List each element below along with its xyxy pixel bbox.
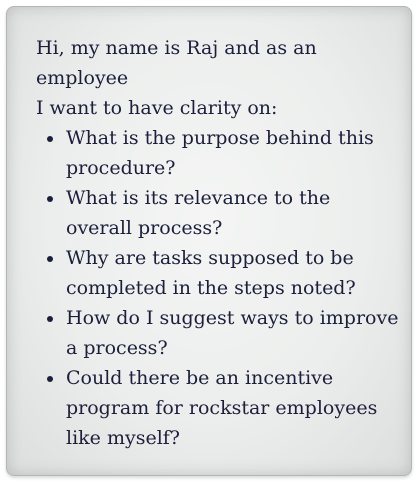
question-text: Could there be an incentive program for … xyxy=(66,367,378,449)
list-item: Could there be an incentive program for … xyxy=(47,363,401,453)
bullet-icon xyxy=(47,316,53,322)
list-item: What is its relevance to the overall pro… xyxy=(47,183,401,243)
intro-line-2: I want to have clarity on: xyxy=(36,97,278,119)
bullet-icon xyxy=(47,256,53,262)
bullet-icon xyxy=(47,196,53,202)
intro-line-1: Hi, my name is Raj and as an employee xyxy=(36,37,317,89)
question-list: What is the purpose behind this procedur… xyxy=(47,123,401,453)
question-text: Why are tasks supposed to be completed i… xyxy=(66,247,356,299)
message-card: Hi, my name is Raj and as an employee I … xyxy=(6,6,412,476)
bullet-icon xyxy=(47,376,53,382)
bullet-icon xyxy=(47,136,53,142)
intro-text: Hi, my name is Raj and as an employee I … xyxy=(36,33,401,123)
list-item: What is the purpose behind this procedur… xyxy=(47,123,401,183)
question-text: What is the purpose behind this procedur… xyxy=(66,127,374,179)
question-text: What is its relevance to the overall pro… xyxy=(66,187,331,239)
question-text: How do I suggest ways to improve a proce… xyxy=(66,307,399,359)
list-item: Why are tasks supposed to be completed i… xyxy=(47,243,401,303)
list-item: How do I suggest ways to improve a proce… xyxy=(47,303,401,363)
